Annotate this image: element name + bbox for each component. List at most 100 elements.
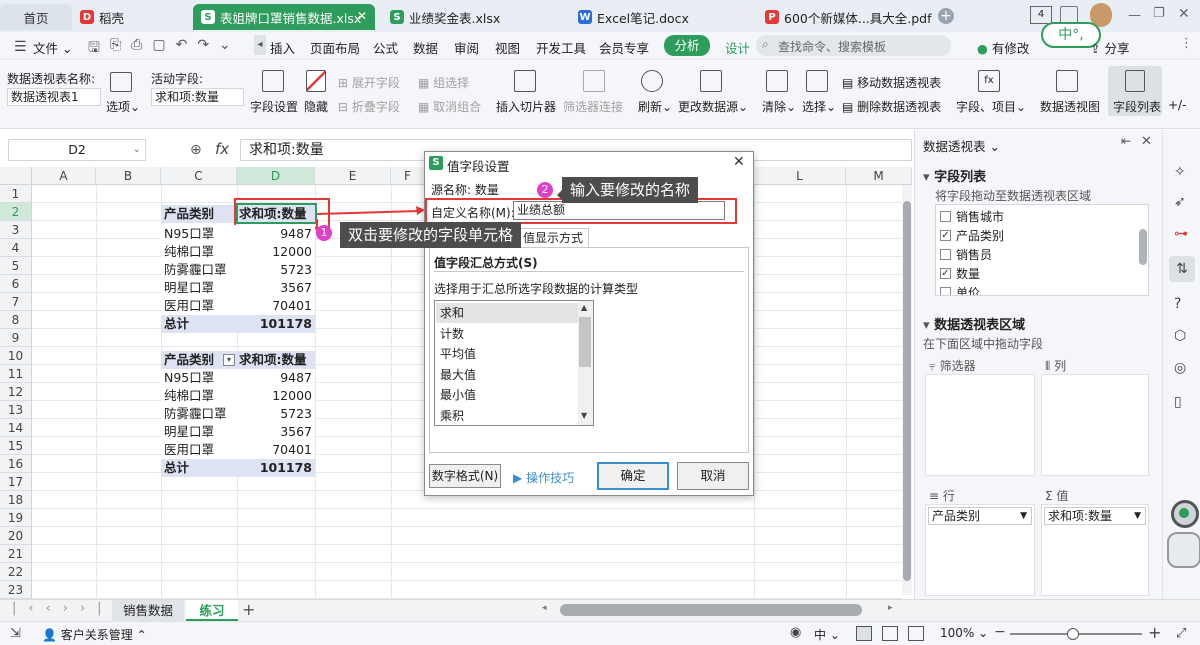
pivot-row-label[interactable]: 明星口罩: [161, 423, 237, 441]
dialog-close-icon[interactable]: ✕: [733, 154, 745, 170]
row-header[interactable]: 5: [0, 257, 32, 275]
pivot1-total-row[interactable]: 总计 101178: [161, 315, 315, 333]
menu-design[interactable]: 设计: [725, 38, 750, 57]
pivot-row-value[interactable]: 70401: [237, 441, 315, 459]
number-format-button[interactable]: 数字格式(N): [429, 464, 501, 488]
pivot2-total-row[interactable]: 总计 101178: [161, 459, 315, 477]
calc-type-item[interactable]: 乘积: [436, 406, 578, 426]
ime-status[interactable]: 中 ⌄: [814, 626, 840, 643]
target-icon[interactable]: ◎: [1174, 360, 1186, 376]
pivot-row-value[interactable]: 70401: [237, 297, 315, 315]
menu-analyze[interactable]: 分析: [664, 35, 710, 56]
col-header-m[interactable]: M: [846, 167, 912, 185]
page-layout-view-icon[interactable]: [882, 626, 898, 641]
overflow-icon[interactable]: ⋮: [1180, 36, 1193, 51]
pivot-row-label[interactable]: 防雾霾口罩: [161, 261, 237, 279]
tab-file-bonus[interactable]: S 业绩奖金表.xlsx: [382, 4, 562, 30]
pivot-row-label[interactable]: N95口罩: [161, 369, 237, 387]
row-header[interactable]: 20: [0, 527, 32, 545]
collapse-arrow-icon[interactable]: ▾: [923, 170, 930, 185]
menu-developer[interactable]: 开发工具: [536, 38, 586, 57]
list-scrollbar[interactable]: ▲ ▼: [578, 301, 593, 425]
row-header[interactable]: 22: [0, 563, 32, 581]
pivot1-header-category[interactable]: 产品类别: [161, 205, 237, 223]
col-header-b[interactable]: B: [96, 167, 161, 185]
tab-daoke[interactable]: D 稻壳: [72, 4, 182, 30]
pivot-row-value[interactable]: 5723: [237, 261, 315, 279]
vertical-scrollbar[interactable]: [902, 185, 912, 595]
name-box[interactable]: D2 ⌄: [8, 139, 146, 161]
field-checkbox[interactable]: [940, 287, 951, 295]
dropdown-icon[interactable]: ▼: [1020, 508, 1027, 524]
pivot-row-label[interactable]: 明星口罩: [161, 279, 237, 297]
minimize-icon[interactable]: —: [1128, 8, 1141, 23]
change-source-button[interactable]: 更改数据源⌄: [678, 98, 748, 115]
pivot-row-label[interactable]: 医用口罩: [161, 441, 237, 459]
tab-file-sales[interactable]: S 表姐牌口罩销售数据.xlsx ✕: [193, 4, 375, 30]
plusminus-button[interactable]: +/-: [1168, 98, 1186, 112]
row-header[interactable]: 1: [0, 185, 32, 203]
redo-icon[interactable]: ↷: [197, 37, 209, 61]
menu-member[interactable]: 会员专享: [599, 38, 649, 57]
page-break-view-icon[interactable]: [908, 626, 924, 641]
restore-icon[interactable]: ❐: [1153, 6, 1165, 21]
zoom-in-icon[interactable]: +: [1148, 623, 1161, 642]
hscroll-right-icon[interactable]: ▸: [888, 603, 893, 613]
magic-icon[interactable]: ✧: [1174, 164, 1186, 180]
menu-formula[interactable]: 公式: [373, 38, 398, 57]
row-header[interactable]: 21: [0, 545, 32, 563]
pivot-row-label[interactable]: 医用口罩: [161, 297, 237, 315]
options-button[interactable]: 选项⌄: [106, 98, 140, 115]
save-icon[interactable]: 🖫: [88, 37, 100, 61]
zoom-level[interactable]: 100% ⌄: [940, 626, 988, 640]
group-selection-button[interactable]: ▦ 组选择: [418, 74, 469, 91]
row-header[interactable]: 11: [0, 365, 32, 383]
adjust-icon[interactable]: ⊶: [1174, 226, 1188, 242]
calc-type-item[interactable]: 计数: [436, 324, 578, 344]
eye-protect-icon[interactable]: ◉: [790, 625, 801, 640]
pivot-row-label[interactable]: 纯棉口罩: [161, 243, 237, 261]
calc-type-item[interactable]: 求和: [436, 303, 578, 323]
active-field-input[interactable]: 求和项:数量: [151, 88, 244, 106]
search-box[interactable]: ⌕ 查找命令、搜索模板: [756, 35, 951, 56]
panel-close-icon[interactable]: ✕: [1141, 134, 1152, 149]
calc-type-list[interactable]: 求和 计数 平均值 最大值 最小值 乘积 ▲ ▼: [434, 300, 594, 426]
tab-value-display[interactable]: 值显示方式: [517, 228, 589, 248]
row-header[interactable]: 14: [0, 419, 32, 437]
select-button[interactable]: 选择⌄: [802, 98, 836, 115]
calc-type-item[interactable]: 最小值: [436, 385, 578, 405]
print-icon[interactable]: ⎙: [131, 37, 142, 61]
pivot-row-label[interactable]: 纯棉口罩: [161, 387, 237, 405]
row-header[interactable]: 19: [0, 509, 32, 527]
pivot-panel-icon[interactable]: ⇅: [1169, 256, 1195, 282]
expand-field-button[interactable]: ⊞ 展开字段: [338, 74, 400, 91]
macro-icon[interactable]: ⇲: [10, 626, 21, 641]
shape-icon[interactable]: ⬡: [1174, 328, 1186, 344]
field-list-button[interactable]: 字段列表: [1108, 66, 1162, 116]
pivot-row-value[interactable]: 12000: [237, 387, 315, 405]
row-header[interactable]: 2: [0, 203, 32, 221]
dropdown-icon[interactable]: ▼: [1134, 508, 1141, 524]
clear-button[interactable]: 清除⌄: [762, 98, 796, 115]
preview-icon[interactable]: ▢: [152, 37, 165, 61]
pivot-row-value[interactable]: 3567: [237, 279, 315, 297]
row-header[interactable]: 4: [0, 239, 32, 257]
pivot-row-value[interactable]: 12000: [237, 243, 315, 261]
new-tab-icon[interactable]: +: [938, 8, 954, 24]
menu-data[interactable]: 数据: [413, 38, 438, 57]
close-icon[interactable]: ✕: [357, 9, 367, 23]
scroll-down-icon[interactable]: ▼: [581, 411, 587, 420]
sheet-nav-icons[interactable]: |‹‹››|: [12, 601, 114, 616]
pivot-row-value[interactable]: 9487: [237, 369, 315, 387]
col-header-c[interactable]: C: [161, 167, 237, 185]
pivot-row-value[interactable]: 5723: [237, 405, 315, 423]
menu-insert[interactable]: 插入: [270, 38, 295, 57]
menu-view[interactable]: 视图: [495, 38, 520, 57]
filter-dropdown-icon[interactable]: ▾: [223, 354, 235, 366]
ok-button[interactable]: 确定: [597, 462, 669, 490]
zoom-slider-handle[interactable]: [1067, 628, 1079, 640]
hide-button[interactable]: 隐藏: [304, 98, 328, 115]
row-header[interactable]: 13: [0, 401, 32, 419]
filter-drop-area[interactable]: [925, 374, 1035, 476]
menu-page-layout[interactable]: 页面布局: [310, 38, 360, 57]
